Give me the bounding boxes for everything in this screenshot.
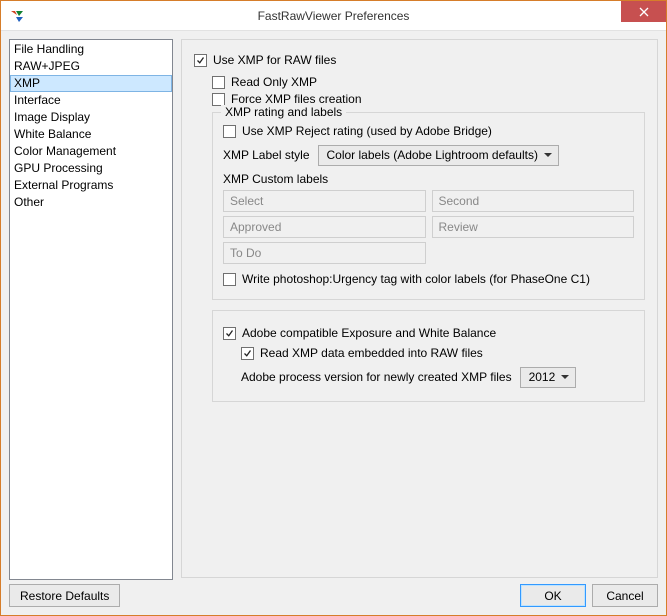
xmp-label-style-value: Color labels (Adobe Lightroom defaults) [327,148,538,162]
sidebar-item-external-programs[interactable]: External Programs [10,177,172,194]
force-xmp-checkbox[interactable] [212,93,225,106]
xmp-rating-labels-legend: XMP rating and labels [221,105,346,119]
window-title: FastRawViewer Preferences [1,9,666,23]
sidebar-item-interface[interactable]: Interface [10,92,172,109]
use-reject-label[interactable]: Use XMP Reject rating (used by Adobe Bri… [242,124,492,138]
use-reject-checkbox[interactable] [223,125,236,138]
read-embedded-label[interactable]: Read XMP data embedded into RAW files [260,346,483,360]
xmp-label-style-combo[interactable]: Color labels (Adobe Lightroom defaults) [318,145,559,166]
category-list[interactable]: File Handling RAW+JPEG XMP Interface Ima… [9,39,173,580]
custom-label-3: Approved [223,216,426,238]
process-version-label: Adobe process version for newly created … [241,370,512,384]
close-button[interactable] [621,1,666,22]
xmp-rating-labels-group: XMP rating and labels Use XMP Reject rat… [212,112,645,300]
adobe-compat-label[interactable]: Adobe compatible Exposure and White Bala… [242,326,496,340]
custom-label-4: Review [432,216,635,238]
force-xmp-label[interactable]: Force XMP files creation [231,92,362,106]
sidebar-item-file-handling[interactable]: File Handling [10,41,172,58]
restore-defaults-button[interactable]: Restore Defaults [9,584,120,607]
right-panel: Use XMP for RAW files Read Only XMP Forc… [181,39,658,607]
preferences-window: FastRawViewer Preferences File Handling … [0,0,667,616]
process-version-combo[interactable]: 2012 [520,367,577,388]
sidebar-item-xmp[interactable]: XMP [10,75,172,92]
sidebar-item-gpu-processing[interactable]: GPU Processing [10,160,172,177]
content-area: File Handling RAW+JPEG XMP Interface Ima… [1,31,666,615]
sidebar-item-image-display[interactable]: Image Display [10,109,172,126]
chevron-down-icon [544,153,552,157]
adobe-compat-checkbox[interactable] [223,327,236,340]
xmp-custom-labels-grid: Select Second Approved Review To Do [223,190,634,264]
custom-label-2: Second [432,190,635,212]
urgency-label[interactable]: Write photoshop:Urgency tag with color l… [242,272,590,286]
left-panel: File Handling RAW+JPEG XMP Interface Ima… [9,39,173,607]
process-version-value: 2012 [529,370,556,384]
titlebar: FastRawViewer Preferences [1,1,666,31]
use-xmp-label[interactable]: Use XMP for RAW files [213,53,336,67]
dialog-footer: OK Cancel [181,578,658,607]
cancel-button[interactable]: Cancel [592,584,658,607]
read-only-xmp-label[interactable]: Read Only XMP [231,75,317,89]
use-xmp-checkbox[interactable] [194,54,207,67]
custom-label-1: Select [223,190,426,212]
app-icon [9,8,25,24]
settings-area: Use XMP for RAW files Read Only XMP Forc… [181,39,658,578]
read-embedded-checkbox[interactable] [241,347,254,360]
sidebar-item-color-management[interactable]: Color Management [10,143,172,160]
adobe-compat-group: Adobe compatible Exposure and White Bala… [212,310,645,402]
sidebar-item-white-balance[interactable]: White Balance [10,126,172,143]
xmp-custom-labels-title: XMP Custom labels [223,172,634,186]
sidebar-item-raw-jpeg[interactable]: RAW+JPEG [10,58,172,75]
xmp-label-style-label: XMP Label style [223,148,310,162]
urgency-checkbox[interactable] [223,273,236,286]
sidebar-item-other[interactable]: Other [10,194,172,211]
read-only-xmp-checkbox[interactable] [212,76,225,89]
custom-label-5: To Do [223,242,426,264]
ok-button[interactable]: OK [520,584,586,607]
chevron-down-icon [561,375,569,379]
